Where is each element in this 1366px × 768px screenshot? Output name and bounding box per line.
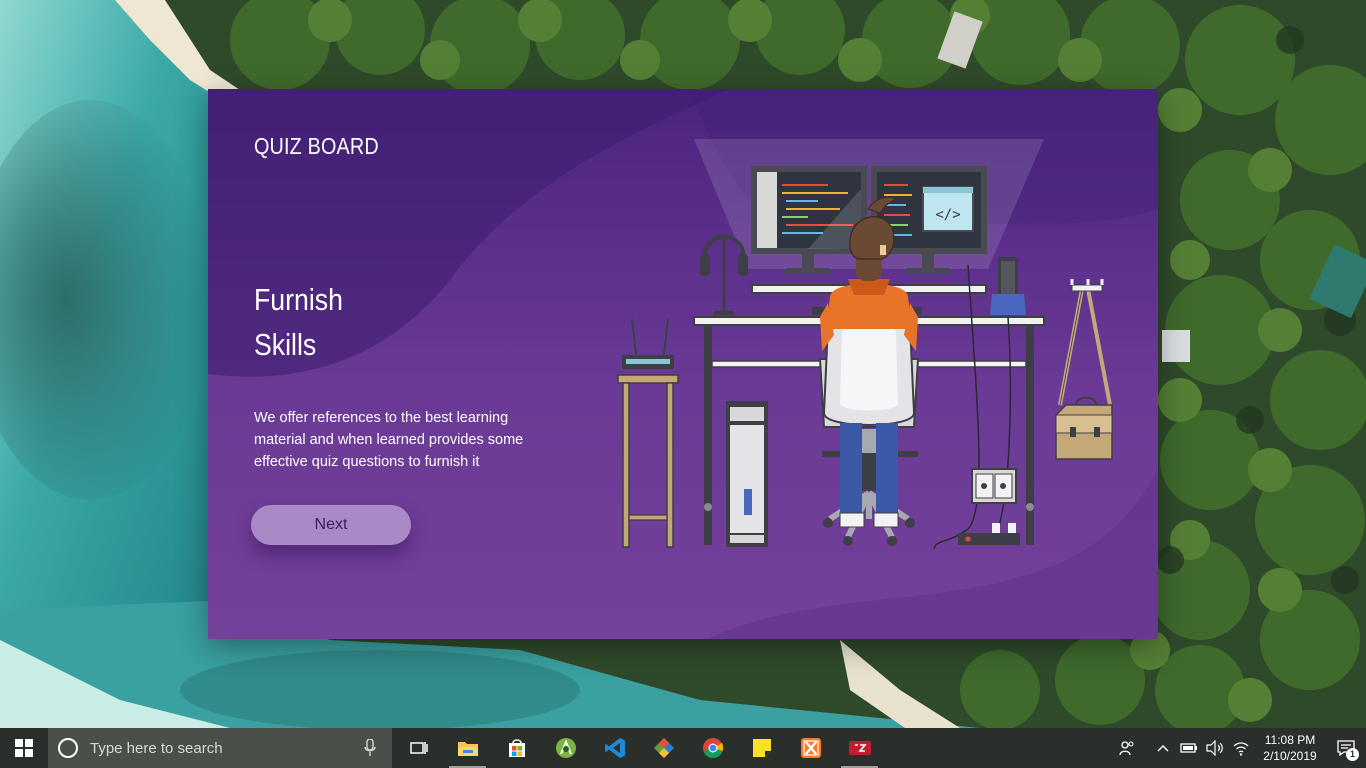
volume-button[interactable] [1202, 728, 1228, 768]
android-studio-icon [555, 738, 576, 758]
battery-icon [1180, 743, 1197, 753]
filezilla-icon [848, 741, 871, 755]
clock-time: 11:08 PM [1264, 733, 1316, 747]
start-button[interactable] [0, 728, 48, 768]
hero-description: We offer references to the best learning… [254, 410, 524, 470]
chevron-up-icon [1157, 745, 1169, 752]
wifi-icon [1233, 742, 1249, 756]
battery-button[interactable] [1176, 728, 1202, 768]
filezilla-button[interactable] [835, 728, 884, 768]
hero-headline: Furnish Skills [254, 277, 343, 367]
quiz-board-window: QUIZ BOARD Furnish Skills We offer refer… [208, 89, 1158, 639]
developer-desk-illustration: </> [617, 139, 1113, 550]
notification-count-badge: 1 [1346, 748, 1359, 761]
show-hidden-icons-button[interactable] [1150, 728, 1176, 768]
taskbar-search-box[interactable]: Type here to search [48, 728, 392, 768]
microsoft-store-button[interactable] [492, 728, 541, 768]
git-diamond-icon [653, 738, 674, 758]
taskbar-clock[interactable]: 11:08 PM 2/10/2019 [1254, 732, 1326, 764]
windows-logo-icon [15, 739, 33, 757]
file-explorer-button[interactable] [443, 728, 492, 768]
people-button[interactable] [1114, 728, 1140, 768]
power-outlet-icon [971, 468, 1017, 504]
headline-line-2: Skills [254, 327, 317, 362]
headline-line-1: Furnish [254, 282, 343, 317]
next-button[interactable]: Next [251, 505, 411, 545]
stool [617, 374, 679, 548]
store-bag-icon [508, 739, 525, 757]
vs-code-icon [604, 738, 625, 758]
network-button[interactable] [1228, 728, 1254, 768]
windows-taskbar: Type here to search 11:08 PM 2/10/2019 1 [0, 728, 1366, 768]
pinned-apps [394, 728, 884, 768]
speaker-icon [1206, 740, 1223, 756]
action-center-button[interactable]: 1 [1326, 728, 1366, 768]
search-placeholder: Type here to search [90, 739, 223, 757]
chrome-button[interactable] [688, 728, 737, 768]
power-strip-icon [958, 523, 1020, 545]
headphones-icon [700, 234, 748, 315]
app-brand-title: QUIZ BOARD [254, 133, 379, 159]
task-view-icon [409, 742, 428, 754]
router-icon [622, 318, 674, 369]
clock-date: 2/10/2019 [1263, 749, 1317, 763]
sticky-notes-icon [752, 739, 771, 757]
office-chair [818, 307, 920, 546]
folder-icon [457, 742, 478, 756]
people-icon [1119, 741, 1134, 756]
xampp-icon [800, 738, 821, 758]
chrome-icon [702, 738, 723, 758]
system-tray: 11:08 PM 2/10/2019 1 [1114, 728, 1366, 768]
task-view-button[interactable] [394, 728, 443, 768]
microphone-icon[interactable] [364, 739, 376, 757]
phone-stand-icon [990, 257, 1026, 315]
vs-code-button[interactable] [590, 728, 639, 768]
cortana-icon [58, 738, 78, 758]
android-studio-button[interactable] [541, 728, 590, 768]
git-button[interactable] [639, 728, 688, 768]
sticky-notes-button[interactable] [737, 728, 786, 768]
code-symbol: </> [935, 207, 960, 223]
xampp-button[interactable] [786, 728, 835, 768]
pc-tower-icon [726, 401, 768, 547]
bag-stand-icon [1055, 279, 1113, 460]
